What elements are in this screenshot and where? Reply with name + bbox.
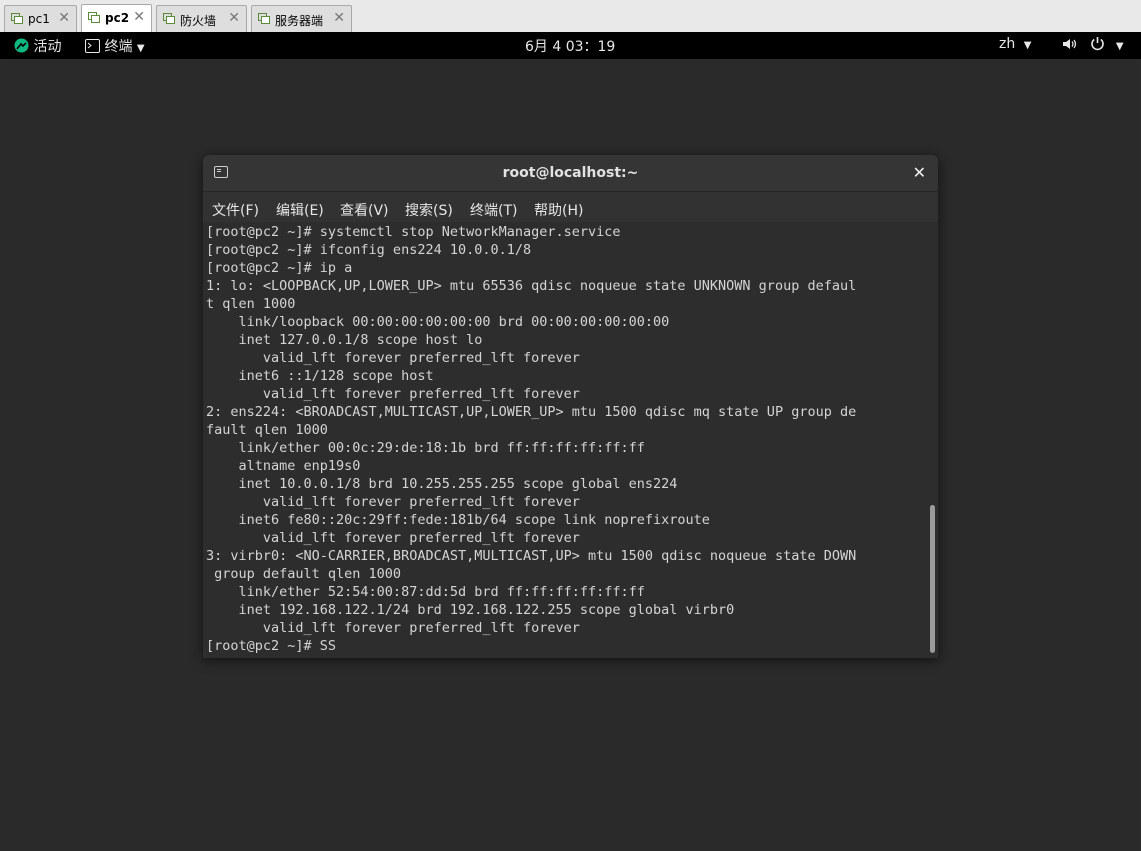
menu-help[interactable]: 帮助(H) [534, 200, 583, 220]
vm-icon [11, 13, 23, 24]
activities-label: 活动 [33, 39, 62, 55]
terminal-line: [root@pc2 ~]# systemctl stop NetworkMana… [206, 224, 621, 240]
terminal-line: valid_lft forever preferred_lft forever [206, 620, 580, 636]
terminal-line: group default qlen 1000 [206, 566, 402, 582]
menu-terminal[interactable]: 终端(T) [470, 200, 517, 220]
close-icon[interactable]: ✕ [58, 10, 70, 26]
terminal-line: valid_lft forever preferred_lft forever [206, 494, 580, 510]
gnome-top-bar: 活动 终端 ▼ 6月 4 03：19 zh ▼ ▼ [0, 32, 1141, 59]
chevron-down-icon: ▼ [1023, 40, 1032, 51]
terminal-line: inet 10.0.0.1/8 brd 10.255.255.255 scope… [206, 476, 678, 492]
terminal-line: inet6 fe80::20c:29ff:fede:181b/64 scope … [206, 512, 710, 528]
terminal-menubar: 文件(F) 编辑(E) 查看(V) 搜索(S) 终端(T) 帮助(H) [203, 192, 938, 222]
chevron-down-icon: ▼ [136, 43, 145, 54]
terminal-line: 2: ens224: <BROADCAST,MULTICAST,UP,LOWER… [206, 404, 857, 420]
terminal-line: link/loopback 00:00:00:00:00:00 brd 00:0… [206, 314, 670, 330]
vm-tab-pc1[interactable]: pc1 ✕ [4, 5, 77, 32]
terminal-line: inet 192.168.122.1/24 brd 192.168.122.25… [206, 602, 735, 618]
terminal-line: valid_lft forever preferred_lft forever [206, 386, 580, 402]
terminal-line: [root@pc2 ~]# SS [206, 638, 337, 654]
app-menu-terminal[interactable]: 终端 ▼ [85, 36, 145, 56]
window-title: root@localhost:~ [502, 165, 639, 181]
terminal-titlebar[interactable]: root@localhost:~ ✕ [203, 155, 938, 192]
power-icon [1091, 37, 1105, 51]
terminal-line: valid_lft forever preferred_lft forever [206, 530, 580, 546]
vm-tab-pc2[interactable]: pc2 ✕ [81, 4, 152, 32]
input-method-label: zh [999, 36, 1016, 52]
input-method-indicator[interactable]: zh ▼ [999, 36, 1031, 52]
vm-icon [258, 13, 270, 24]
vm-tab-server[interactable]: 服务器端 ✕ [251, 5, 352, 32]
vm-icon [163, 13, 175, 24]
terminal-line: link/ether 00:0c:29:de:18:1b brd ff:ff:f… [206, 440, 645, 456]
activities-button[interactable]: 活动 [14, 36, 61, 56]
volume-icon [1063, 39, 1077, 49]
terminal-line: link/ether 52:54:00:87:dd:5d brd ff:ff:f… [206, 584, 645, 600]
vm-icon [88, 12, 100, 23]
terminal-line: 1: lo: <LOOPBACK,UP,LOWER_UP> mtu 65536 … [206, 278, 857, 294]
vm-tab-label: pc1 [28, 12, 50, 26]
terminal-line: [root@pc2 ~]# ifconfig ens224 10.0.0.1/8 [206, 242, 532, 258]
menu-view[interactable]: 查看(V) [340, 200, 389, 220]
rocky-logo-icon [14, 38, 29, 53]
terminal-line: valid_lft forever preferred_lft forever [206, 350, 580, 366]
terminal-line: [root@pc2 ~]# ip a [206, 260, 353, 276]
menu-search[interactable]: 搜索(S) [405, 200, 453, 220]
close-icon[interactable]: ✕ [913, 163, 926, 182]
terminal-scrollbar[interactable] [929, 223, 938, 658]
terminal-line: inet6 ::1/128 scope host [206, 368, 434, 384]
system-menu[interactable]: ▼ [1062, 36, 1124, 53]
menu-file[interactable]: 文件(F) [212, 200, 259, 220]
terminal-window[interactable]: root@localhost:~ ✕ 文件(F) 编辑(E) 查看(V) 搜索(… [203, 155, 938, 658]
terminal-line: t qlen 1000 [206, 296, 296, 312]
close-icon[interactable]: ✕ [333, 10, 345, 26]
terminal-line: inet 127.0.0.1/8 scope host lo [206, 332, 483, 348]
vm-tab-label: 防火墙 [180, 14, 217, 28]
terminal-app-icon [85, 39, 100, 53]
terminal-line: altname enp19s0 [206, 458, 361, 474]
scrollbar-thumb[interactable] [930, 505, 935, 653]
menu-edit[interactable]: 编辑(E) [276, 200, 324, 220]
terminal-line: 3: virbr0: <NO-CARRIER,BROADCAST,MULTICA… [206, 548, 857, 564]
terminal-line: fault qlen 1000 [206, 422, 328, 438]
close-icon[interactable]: ✕ [228, 10, 240, 26]
app-menu-label: 终端 [104, 39, 133, 55]
vm-tab-label: 服务器端 [275, 14, 324, 28]
vm-tab-firewall[interactable]: 防火墙 ✕ [156, 5, 247, 32]
terminal-output[interactable]: [root@pc2 ~]# systemctl stop NetworkMana… [206, 223, 928, 658]
chevron-down-icon: ▼ [1115, 41, 1124, 52]
vm-tab-label: pc2 [105, 11, 130, 25]
vm-tab-strip: pc1 ✕ pc2 ✕ 防火墙 ✕ 服务器端 ✕ [0, 0, 1141, 32]
clock[interactable]: 6月 4 03：19 [525, 36, 615, 56]
close-icon[interactable]: ✕ [133, 9, 145, 25]
